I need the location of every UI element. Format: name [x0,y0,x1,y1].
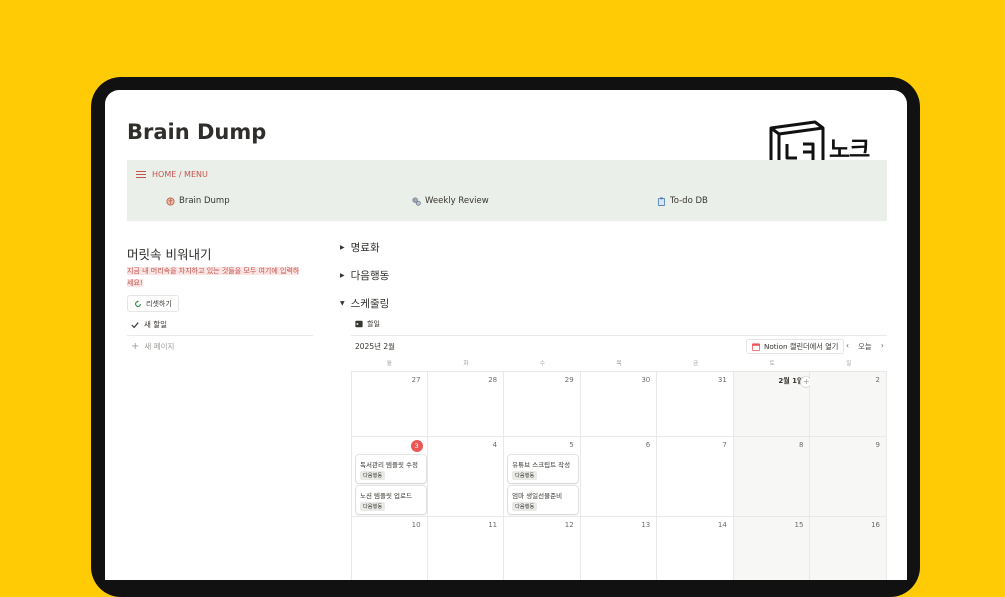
calendar-day-cell[interactable]: 3 독서관리 템플릿 수정 다음행동 노션 템플릿 업로드 다음행동 [351,437,428,517]
divider [351,335,887,336]
event-status-tag: 다음행동 [360,471,386,480]
day-number: 4 [492,441,498,449]
divider [127,335,313,336]
event-status-tag: 다음행동 [360,502,386,511]
calendar-day-cell[interactable]: 12 [504,517,581,580]
event-title: 엄마 생일선물준비 [512,492,563,500]
triangle-right-icon: ▶ [340,244,345,251]
calendar-view-icon [355,320,363,328]
gears-icon [412,196,421,206]
page-title: Brain Dump [127,120,267,144]
day-number: 12 [564,521,574,529]
calendar-day-cell[interactable]: 28 [427,371,505,437]
menu-header-label: HOME / MENU [152,170,208,179]
day-number: 29 [564,376,574,384]
calendar-nav: ‹ 오늘 › [846,341,884,352]
toggle-next-action[interactable]: ▶ 다음행동 [340,268,389,283]
menu-header: HOME / MENU [136,170,208,179]
new-page-button[interactable]: + 새 페이지 [131,341,174,352]
event-title: 독서관리 템플릿 수정 [360,461,418,469]
logo-text: 노크 [829,137,870,163]
day-number: 10 [411,521,421,529]
calendar-day-cell[interactable]: 2 [810,371,887,437]
calendar-day-cell[interactable]: 14 [657,517,734,580]
toggle-clarify[interactable]: ▶ 명료화 [340,240,380,255]
calendar-day-cell[interactable]: 5 유튜브 스크립트 작성 다음행동 엄마 생일선물준비 다음행동 [504,437,581,517]
menu-item-brain-dump[interactable]: Brain Dump [166,196,230,206]
calendar-event-card[interactable]: 엄마 생일선물준비다음행동 [508,486,579,514]
chevron-right-icon[interactable]: › [881,341,884,352]
weekday-label: 화 [463,361,469,367]
day-number: 11 [488,521,498,529]
day-number: 6 [645,441,651,449]
refresh-icon [135,299,141,307]
calendar-day-cell[interactable]: 30 [580,371,658,437]
menu-item-todo-db[interactable]: To-do DB [657,196,708,206]
event-status-tag: 다음행동 [512,502,538,511]
calendar-day-cell[interactable]: 15 [733,517,811,580]
notion-page: Brain Dump 노크 HOME / MENU Brain Dump Wee… [105,90,907,580]
day-number: 3 [410,440,423,452]
day-number: 27 [411,376,421,384]
calendar-day-cell[interactable]: 11 [428,517,505,580]
day-number: 5 [569,441,574,449]
calendar-event-card[interactable]: 유튜브 스크립트 작성다음행동 [508,455,579,483]
event-status-tag: 다음행동 [512,471,538,480]
brain-icon [166,196,175,206]
toggle-scheduling[interactable]: ▼ 스케줄링 [340,296,389,311]
day-number: 16 [871,521,880,529]
calendar-day-cell[interactable]: 16 [810,517,887,580]
weekday-label: 월 [386,361,392,367]
view-tab-todo[interactable]: 할일 [355,319,380,329]
brain-dump-heading: 머릿속 비워내기 [127,247,212,262]
day-number: 15 [794,521,804,529]
plus-icon: + [131,341,140,352]
clipboard-icon [657,196,666,206]
weekday-label: 수 [539,361,545,367]
calendar-day-cell[interactable]: 27 [351,371,428,437]
today-button[interactable]: 오늘 [858,341,872,352]
calendar-day-cell[interactable]: 8 [733,437,811,517]
calendar-day-cell[interactable]: 6 [580,437,658,517]
calendar-event-card[interactable]: 노션 템플릿 업로드다음행동 [356,486,426,514]
weekday-label: 일 [846,361,852,367]
calendar-icon [752,342,760,351]
chevron-left-icon[interactable]: ‹ [846,341,849,352]
calendar-grid: 27 28 29 30 31 2월 1일 +2 3 독서관리 템플릿 수정 다음행동 노션 템플릿 … [351,371,887,580]
home-menu-callout: HOME / MENU Brain Dump Weekly Review To-… [127,160,887,221]
checkmark-icon [131,321,139,328]
calendar-day-cell[interactable]: 2월 1일 + [733,371,813,437]
open-notion-calendar-button[interactable]: Notion 캘린더에서 열기 [746,339,845,354]
day-number: 13 [641,521,651,529]
calendar-day-cell[interactable]: 7 [657,437,734,517]
new-todo-row[interactable]: 새 할일 [131,319,167,330]
menu-item-weekly-review[interactable]: Weekly Review [412,196,489,206]
day-number: 2 [875,376,880,384]
calendar-day-cell[interactable]: 10 [351,517,428,580]
instruction-note: 지금 내 머리속을 차지하고 있는 것들을 모두 여기에 입력하세요! [127,267,300,287]
day-number: 31 [717,376,727,384]
calendar-day-cell[interactable]: 4 [427,437,505,517]
reset-button[interactable]: 리셋하기 [127,295,179,312]
triangle-right-icon: ▶ [340,272,345,279]
calendar-day-cell[interactable]: 31 [657,371,734,437]
day-number: 7 [722,441,727,449]
event-title: 노션 템플릿 업로드 [360,492,412,500]
calendar-day-cell[interactable]: 29 [504,371,581,437]
weekday-label: 금 [693,361,699,367]
day-number: 30 [641,376,651,384]
weekday-label: 목 [616,361,622,367]
menu-icon [136,170,146,179]
day-number: 8 [798,441,804,449]
triangle-down-icon: ▼ [340,300,345,307]
day-number: 9 [875,441,880,449]
calendar-event-card[interactable]: 독서관리 템플릿 수정다음행동 [356,455,426,483]
weekday-label: 토 [769,361,775,367]
calendar-month: 2025년 2월 [355,342,396,351]
day-number: 28 [488,376,498,384]
calendar-day-cell[interactable]: 9 [810,437,887,517]
day-number: 14 [717,521,727,529]
event-title: 유튜브 스크립트 작성 [512,461,571,469]
calendar-day-cell[interactable]: 13 [581,517,658,580]
